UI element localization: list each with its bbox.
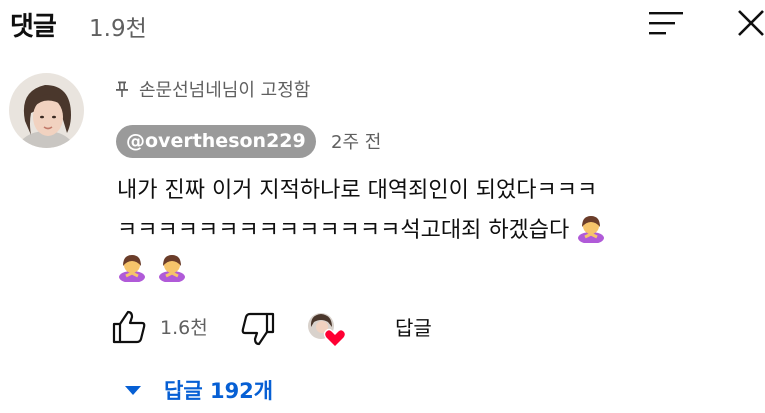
comment-text-line2: ㅋㅋㅋㅋㅋㅋㅋㅋㅋㅋㅋㅋㅋㅋ석고대죄 하겠습다 bbox=[117, 212, 606, 244]
person-bowing-emoji bbox=[119, 255, 145, 282]
view-replies-button[interactable]: 답글 192개 bbox=[124, 372, 273, 408]
reply-button[interactable]: 답글 bbox=[395, 312, 432, 341]
like-icon[interactable] bbox=[111, 309, 147, 345]
like-count: 1.6천 bbox=[160, 317, 208, 339]
replies-label: 답글 192개 bbox=[164, 379, 274, 403]
close-icon[interactable] bbox=[733, 5, 765, 41]
caret-down-icon bbox=[125, 386, 141, 395]
pinned-label: 손문선넘네님이 고정함 bbox=[139, 80, 311, 101]
pin-icon bbox=[116, 81, 128, 97]
comment-time: 2주 전 bbox=[331, 132, 382, 153]
comment-count: 1.9천 bbox=[89, 16, 147, 42]
person-bowing-emoji bbox=[159, 255, 185, 282]
comment-text-line2-text: ㅋㅋㅋㅋㅋㅋㅋㅋㅋㅋㅋㅋㅋㅋ석고대죄 하겠습다 bbox=[117, 218, 570, 243]
avatar-image bbox=[9, 73, 84, 148]
sort-icon[interactable] bbox=[646, 7, 686, 41]
comment-text-line3 bbox=[117, 252, 187, 282]
dislike-icon[interactable] bbox=[240, 311, 276, 347]
creator-heart-icon bbox=[308, 313, 347, 348]
panel-title: 댓글 bbox=[10, 12, 57, 42]
avatar[interactable] bbox=[9, 73, 84, 148]
author-handle[interactable]: @overtheson229 bbox=[116, 125, 316, 158]
comment-text-line1: 내가 진짜 이거 지적하나로 대역죄인이 되었다ㅋㅋㅋ bbox=[117, 178, 598, 203]
person-bowing-emoji bbox=[578, 216, 605, 243]
